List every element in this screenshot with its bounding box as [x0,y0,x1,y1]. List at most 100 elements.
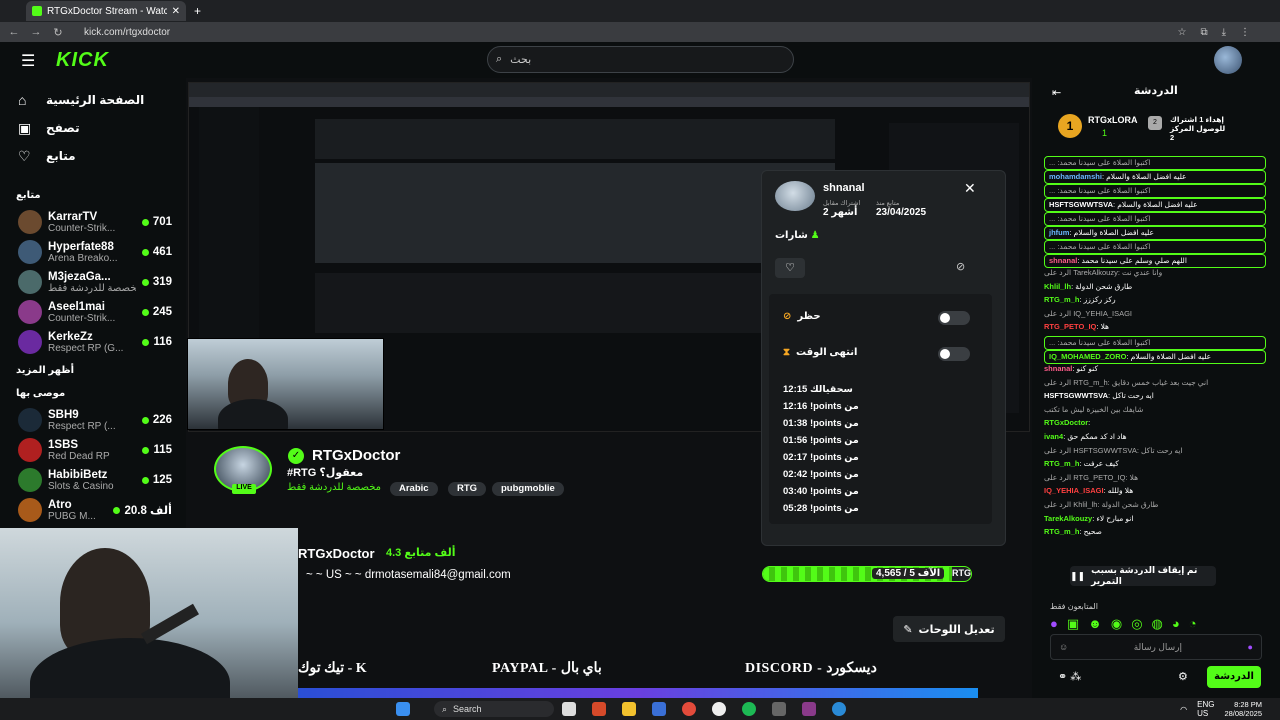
forward-icon[interactable]: → [28,26,44,38]
emoji-icon[interactable]: ☺ [1059,642,1068,652]
panel-tiktok[interactable]: تيك توك - K [298,660,367,677]
mute-icon[interactable]: ⊘ [956,260,965,273]
panel-paypal[interactable]: PAYPAL - باي بال [492,660,602,677]
show-more-link[interactable]: أظهر المزيد [0,359,186,382]
tag-pill[interactable]: pubgmoblie [492,482,564,496]
emote-icon[interactable]: ◎ [1131,616,1142,632]
taskbar-search[interactable]: ⌕ Search [434,701,554,717]
sidebar-item-home[interactable]: ⌂ الصفحة الرئيسية [0,86,186,114]
chat-username[interactable]: TarekAlkouzy [1044,514,1092,523]
channel-meta: Atro PUBG M... [48,499,107,522]
emote-icon[interactable]: ◔ [1189,616,1197,632]
menu-icon[interactable]: ⋮ [1240,27,1250,38]
chat-username[interactable]: mohamdamshi [1049,172,1102,181]
lang-indicator[interactable]: ENG US [1197,700,1214,718]
tag-pill[interactable]: RTG [448,482,487,496]
sidebar-item-following[interactable]: ♡ متابع [0,142,186,170]
chat-username[interactable]: HSFTSGWWTSVA [1044,391,1108,400]
reload-icon[interactable]: ↻ [50,26,66,39]
channel-name: Aseel1mai [48,300,105,313]
chat-username[interactable]: IQ_YEHIA_ISAGI [1044,486,1104,495]
search-icon: ⌕ [496,53,503,65]
browser-tab[interactable]: RTGxDoctor Stream - Watch Live ✕ [26,1,186,21]
chat-username[interactable]: RTGxDoctor [1044,418,1088,427]
sidebar-channel[interactable]: Atro PUBG M... 20.8 ألف [0,495,186,525]
back-icon[interactable]: ← [6,26,22,38]
sidebar-channel[interactable]: Aseel1mai Counter-Strik... 245 [0,297,186,327]
sidebar-item-browse[interactable]: ▣ تصفح [0,114,186,142]
chat-username[interactable]: Khlil_lh [1044,282,1071,291]
chat-username[interactable]: shnanal [1044,364,1072,373]
download-icon[interactable]: ⤓ [1222,27,1226,38]
chat-username[interactable]: RTG_m_h [1044,459,1079,468]
emote-icon[interactable]: ● [1050,616,1058,632]
chat-username[interactable]: ivan4 [1044,432,1063,441]
emote-icon[interactable]: ◉ [1111,616,1122,632]
emote-icon[interactable]: ◍ [1152,616,1163,632]
folder-icon[interactable] [622,702,636,716]
chat-username[interactable]: shnanal [1049,256,1077,265]
sidebar-channel[interactable]: KerkeZz Respect RP (G... 116 [0,327,186,357]
emote-icon[interactable]: ▣ [1067,616,1079,632]
sidebar-channel[interactable]: SBH9 Respect RP (... 226 [0,405,186,435]
chat-username[interactable]: HSFTSGWWTSVA [1049,200,1113,209]
hamburger-menu-icon[interactable]: ☰ [21,51,35,71]
collapse-chat-icon[interactable]: ⇤ [1052,86,1061,99]
close-tab-icon[interactable]: ✕ [172,6,180,17]
live-dot-icon [113,506,121,514]
chat-username[interactable]: RTG_PETO_IQ [1044,322,1096,331]
search-input[interactable]: ⌕ بحث [487,46,794,73]
tag-pill[interactable]: Arabic [390,482,438,496]
sidebar-channel[interactable]: 1SBS Red Dead RP 115 [0,435,186,465]
sidebar-channel[interactable]: HabibiBetz Slots & Casino 125 [0,465,186,495]
user-avatar[interactable] [1214,46,1242,74]
chat-username[interactable]: jhfum [1049,228,1069,237]
new-tab-icon[interactable]: + [194,4,201,18]
chat-text: ايه رحت تاكل [1112,391,1154,401]
chat-username[interactable]: RTG_m_h [1044,527,1079,536]
ban-label: حظر [797,311,821,322]
wifi-icon[interactable]: ◠ [1180,705,1187,714]
file-explorer-icon[interactable] [562,702,576,716]
ban-toggle[interactable] [938,311,970,325]
app-icon[interactable] [652,702,666,716]
star-icon[interactable]: ☆ [1177,27,1186,38]
emote-icon[interactable]: ☻ [1088,616,1102,632]
clock-app-icon[interactable] [712,702,726,716]
edit-panels-button[interactable]: ✎ تعديل اللوحات [893,616,1005,642]
chat-send-button[interactable]: الدردشة [1207,666,1261,688]
url-field[interactable]: kick.com/rtgxdoctor [84,27,170,38]
chat-paused-banner[interactable]: ❚❚ تم إيقاف الدردشة بسبب التمرير [1070,565,1216,586]
app-icon[interactable] [772,702,786,716]
sub-goal-label: RTG [952,568,971,578]
chat-username[interactable]: RTG_m_h [1044,295,1079,304]
clock[interactable]: 8:28 PM 28/08/2025 [1224,700,1262,718]
app-icon[interactable] [802,702,816,716]
windows-start-icon[interactable] [396,702,410,716]
chat-tools-icon[interactable]: ⚭ ⁂ [1058,670,1081,683]
chat-settings-icon[interactable]: ⚙ [1178,670,1188,683]
extensions-icon[interactable]: ⧉ [1200,27,1207,38]
emote-icon[interactable]: ◕ [1172,616,1180,632]
sidebar-channel[interactable]: M3jezaGa... مخصصة للدردشة فقط 319 [0,267,186,297]
system-tray: ◠ ENG US 8:28 PM 28/08/2025 [1180,700,1262,718]
timeout-toggle[interactable] [938,347,970,361]
channel-meta: SBH9 Respect RP (... [48,409,136,432]
tab-title: RTGxDoctor Stream - Watch Live [47,5,167,17]
panel-discord[interactable]: DISCORD - ديسكورد [745,660,877,677]
close-icon[interactable]: ✕ [964,180,976,197]
kick-logo[interactable]: KICK [56,49,109,72]
follow-heart-button[interactable]: ♡ [775,258,805,278]
sub-value: 2 أشهر [823,207,858,218]
channel-name: HabibiBetz [48,468,108,481]
spotify-icon[interactable] [742,702,756,716]
edge-icon[interactable] [832,702,846,716]
chat-username[interactable]: IQ_MOHAMED_ZORO [1049,352,1127,361]
mic-icon[interactable]: ● [1248,642,1253,652]
sidebar-channel[interactable]: KarrarTV Counter-Strik... 701 [0,207,186,237]
chat-message-input[interactable]: ☺ إرسال رسالة ● [1050,634,1262,660]
chrome-icon[interactable] [682,702,696,716]
brave-icon[interactable] [592,702,606,716]
stream-category[interactable]: مخصصة للدردشة فقط [287,482,381,493]
sidebar-channel[interactable]: Hyperfate88 Arena Breako... 461 [0,237,186,267]
